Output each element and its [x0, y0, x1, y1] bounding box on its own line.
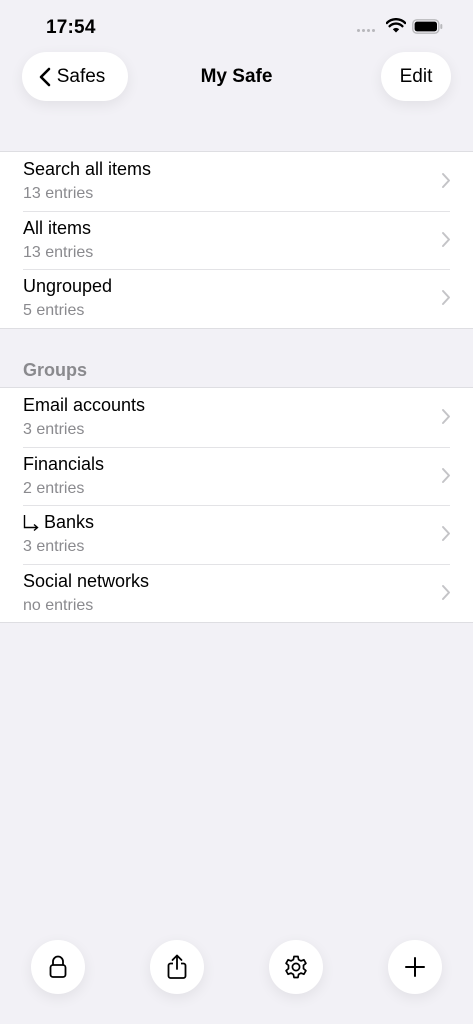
list-item-title: All items	[23, 217, 92, 238]
list-item-banks[interactable]: Banks 3 entries	[0, 505, 473, 564]
chevron-right-icon	[441, 172, 451, 189]
list-item-title: Financials	[23, 453, 105, 474]
groups-list: Email accounts 3 entries Financials 2 en…	[0, 387, 473, 623]
list-item-title-wrap: Banks	[23, 512, 94, 533]
subgroup-arrow-icon	[23, 514, 40, 532]
list-item-subtitle: 2 entries	[23, 479, 85, 497]
top-items-list: Search all items 13 entries All items 13…	[0, 151, 473, 329]
plus-icon	[404, 956, 426, 978]
share-button[interactable]	[150, 940, 204, 994]
chevron-right-icon	[441, 584, 451, 601]
list-item-subtitle: 5 entries	[23, 302, 85, 319]
list-item-subtitle: 3 entries	[23, 538, 85, 555]
list-item-search-all[interactable]: Search all items 13 entries	[0, 152, 473, 211]
lock-button[interactable]	[31, 940, 85, 994]
lock-icon	[48, 955, 68, 979]
list-item-title: Search all items	[23, 159, 152, 179]
chevron-right-icon	[441, 467, 451, 484]
list-item-subtitle: 13 entries	[23, 243, 94, 261]
list-item-subtitle: no entries	[23, 596, 94, 614]
section-header-groups: Groups	[23, 360, 88, 380]
edit-button[interactable]: Edit	[381, 52, 451, 101]
list-item-financials[interactable]: Financials 2 entries	[0, 446, 473, 506]
screen: 17:54 Safes My Safe Edit Search all item…	[0, 0, 473, 1024]
list-item-ungrouped[interactable]: Ungrouped 5 entries	[0, 269, 473, 328]
list-item-all-items[interactable]: All items 13 entries	[0, 210, 473, 270]
list-item-email-accounts[interactable]: Email accounts 3 entries	[0, 388, 473, 447]
chevron-right-icon	[441, 525, 451, 542]
chevron-right-icon	[441, 408, 451, 425]
list-item-title: Social networks	[23, 570, 150, 591]
list-item-subtitle: 3 entries	[23, 421, 85, 438]
battery-icon	[412, 19, 443, 39]
status-bar: 17:54	[0, 0, 473, 52]
list-item-title: Email accounts	[23, 395, 146, 415]
list-item-title: Banks	[44, 512, 95, 532]
status-time: 17:54	[46, 17, 96, 38]
chevron-right-icon	[441, 231, 451, 248]
wifi-icon	[385, 18, 407, 38]
list-item-title: Ungrouped	[23, 276, 113, 296]
share-icon	[166, 954, 188, 980]
settings-button[interactable]	[269, 940, 323, 994]
list-item-social-networks[interactable]: Social networks no entries	[0, 563, 473, 623]
chevron-right-icon	[441, 289, 451, 306]
cellular-signal-icon	[357, 29, 375, 32]
list-item-subtitle: 13 entries	[23, 185, 94, 202]
add-button[interactable]	[388, 940, 442, 994]
gear-icon	[283, 954, 309, 980]
